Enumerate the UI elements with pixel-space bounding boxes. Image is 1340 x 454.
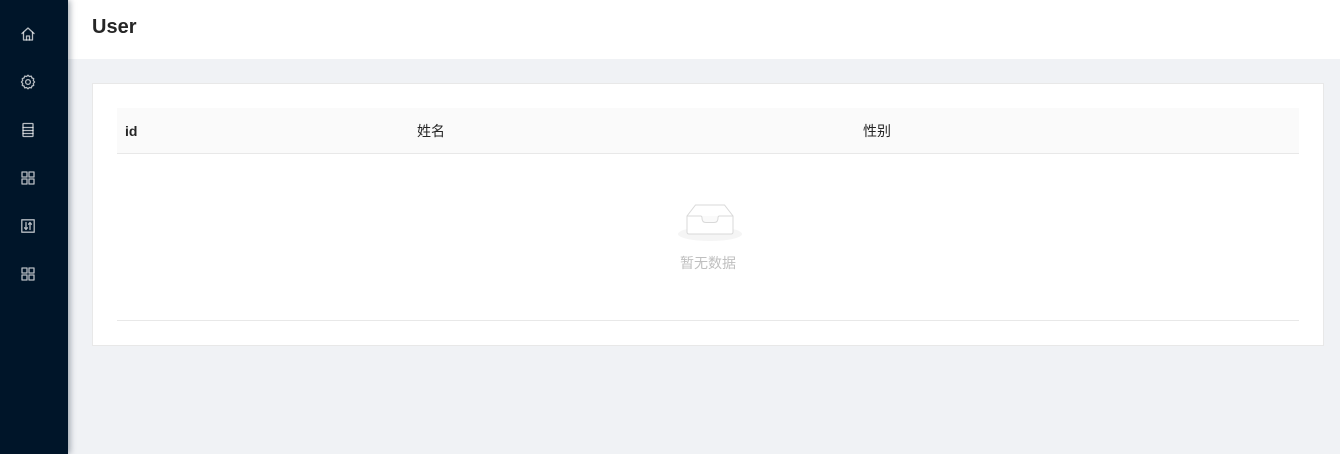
page-title: User <box>92 16 137 38</box>
column-header-name: 姓名 <box>417 123 445 139</box>
sidebar-item-grid[interactable] <box>0 154 56 202</box>
empty-text: 暂无数据 <box>680 255 736 271</box>
user-table: id 姓名 性别 暂无数据 <box>117 108 1299 321</box>
sidebar-item-grid-2[interactable] <box>0 250 56 298</box>
sliders-icon <box>21 219 35 233</box>
sidebar <box>0 0 68 454</box>
empty-inbox-icon <box>678 204 742 241</box>
table-header: id 姓名 性别 <box>117 108 1299 154</box>
home-icon <box>21 27 35 41</box>
column-header-gender: 性别 <box>863 123 891 139</box>
sidebar-item-settings[interactable] <box>0 58 56 106</box>
table-card: id 姓名 性别 暂无数据 <box>92 83 1324 346</box>
sidebar-item-home[interactable] <box>0 10 56 58</box>
document-list-icon <box>22 122 34 138</box>
gear-icon <box>20 74 36 90</box>
column-header-id: id <box>125 123 138 139</box>
sidebar-item-controls[interactable] <box>0 202 56 250</box>
app-root: User id 姓名 性别 暂无数据 <box>0 0 1340 454</box>
page-header: User <box>68 0 1340 59</box>
table-empty-state: 暂无数据 <box>117 154 1299 321</box>
grid-icon <box>21 267 35 281</box>
grid-icon <box>21 171 35 185</box>
sidebar-item-list[interactable] <box>0 106 56 154</box>
